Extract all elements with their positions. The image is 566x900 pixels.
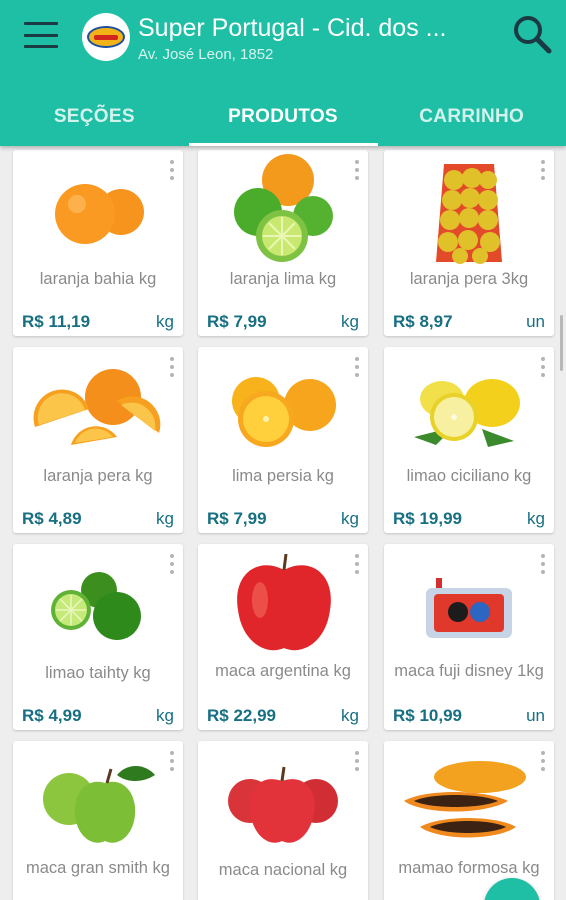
product-card[interactable]: laranja pera kg R$ 4,89 kg	[13, 347, 183, 533]
product-name: maca gran smith kg	[26, 859, 170, 877]
orange-icon	[55, 184, 144, 244]
product-card[interactable]: laranja pera 3kg R$ 8,97 un	[384, 150, 554, 336]
green-lime-icon	[51, 572, 141, 640]
store-logo[interactable]	[82, 13, 130, 61]
product-price: R$ 7,99	[207, 312, 267, 331]
product-unit: kg	[341, 312, 359, 331]
product-unit: kg	[156, 312, 174, 331]
product-name: maca nacional kg	[218, 861, 348, 879]
tab-carrinho[interactable]: CARRINHO	[377, 88, 566, 146]
product-unit: kg	[156, 509, 174, 528]
product-name: limao ciciliano kg	[406, 467, 532, 485]
product-card[interactable]: lima persia kg R$ 7,99 kg	[198, 347, 368, 533]
scrollbar[interactable]	[560, 315, 563, 371]
product-card[interactable]: maca argentina kg R$ 22,99 kg	[198, 544, 368, 730]
lima-icon	[232, 377, 336, 447]
product-price: R$ 22,99	[207, 706, 276, 725]
tab-produtos[interactable]: PRODUTOS	[189, 88, 378, 146]
product-price: R$ 10,99	[393, 706, 462, 725]
lime-orange-icon	[234, 154, 333, 262]
product-grid[interactable]: laranja bahia kg R$ 11,19 kg laranja lim…	[0, 146, 566, 900]
product-price: R$ 19,99	[393, 509, 462, 528]
product-card[interactable]: limao ciciliano kg R$ 19,99 kg	[384, 347, 554, 533]
papaya-icon	[404, 761, 526, 838]
product-price: R$ 4,99	[22, 706, 82, 725]
red-apples-icon	[228, 766, 338, 843]
product-card[interactable]: limao taihty kg R$ 4,99 kg	[13, 544, 183, 730]
product-card[interactable]: maca gran smith kg	[13, 741, 183, 900]
product-name: maca fuji disney 1kg	[394, 662, 544, 680]
product-name: limao taihty kg	[45, 664, 151, 682]
product-price: R$ 8,97	[393, 312, 453, 331]
product-card[interactable]: maca fuji disney 1kg R$ 10,99 un	[384, 544, 554, 730]
product-name: mamao formosa kg	[398, 859, 540, 877]
app-bar: Super Portugal - Cid. dos ... Av. José L…	[0, 0, 566, 146]
product-name: laranja pera kg	[43, 467, 153, 485]
product-card[interactable]: maca nacional kg	[198, 741, 368, 900]
search-icon[interactable]	[510, 12, 554, 56]
product-unit: kg	[156, 706, 174, 725]
product-price: R$ 11,19	[22, 312, 91, 331]
product-unit: un	[526, 706, 545, 725]
tab-secoes[interactable]: SEÇÕES	[0, 88, 189, 146]
product-name: maca argentina kg	[215, 662, 351, 680]
store-name[interactable]: Super Portugal - Cid. dos ...	[138, 14, 488, 43]
product-price: R$ 7,99	[207, 509, 267, 528]
product-card[interactable]: laranja bahia kg R$ 11,19 kg	[13, 150, 183, 336]
product-name: laranja pera 3kg	[409, 270, 529, 288]
tab-bar: SEÇÕES PRODUTOS CARRINHO	[0, 88, 566, 146]
product-name: lima persia kg	[232, 467, 334, 485]
product-card[interactable]: mamao formosa kg	[384, 741, 554, 900]
product-unit: kg	[527, 509, 545, 528]
orange-net-bag-icon	[436, 164, 502, 264]
red-apple-icon	[237, 553, 331, 651]
apple-package-icon	[426, 578, 512, 638]
lemon-icon	[414, 379, 520, 447]
store-address: Av. José Leon, 1852	[138, 46, 274, 63]
orange-slices-icon	[33, 369, 161, 445]
product-unit: kg	[341, 706, 359, 725]
product-name: laranja lima kg	[229, 270, 337, 288]
active-tab-indicator	[189, 143, 378, 146]
product-name: laranja bahia kg	[39, 270, 157, 288]
green-apple-icon	[43, 765, 155, 843]
product-unit: un	[526, 312, 545, 331]
product-card[interactable]: laranja lima kg R$ 7,99 kg	[198, 150, 368, 336]
product-unit: kg	[341, 509, 359, 528]
product-price: R$ 4,89	[22, 509, 82, 528]
menu-icon[interactable]	[22, 20, 60, 50]
